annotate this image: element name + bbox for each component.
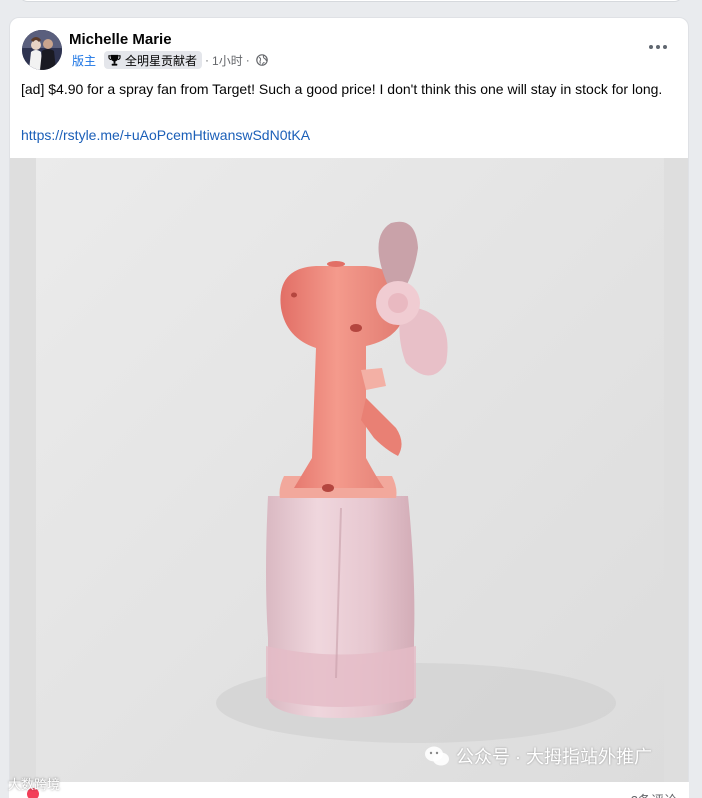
- post-image[interactable]: [10, 158, 688, 798]
- watermark-text: 公众号 · 大拇指站外推广: [456, 747, 652, 767]
- comment-count[interactable]: 2条评论: [631, 790, 677, 798]
- post-card: Michelle Marie 版主 全明星贡献者 · 1小时 · [ad] $4…: [9, 17, 689, 798]
- post-link[interactable]: https://rstyle.me/+uAoPcemHtiwanswSdN0tK…: [21, 127, 310, 143]
- globe-icon: [255, 54, 268, 66]
- post-text: [ad] $4.90 for a spray fan from Target! …: [21, 81, 663, 97]
- post-meta: 版主 全明星贡献者 · 1小时 ·: [68, 51, 268, 69]
- trophy-icon: [108, 54, 121, 66]
- contributor-badge-label: 全明星贡献者: [125, 53, 198, 68]
- post-header: Michelle Marie 版主 全明星贡献者 · 1小时 ·: [10, 18, 688, 78]
- contributor-badge[interactable]: 全明星贡献者: [104, 51, 203, 69]
- more-options-icon[interactable]: [640, 35, 676, 59]
- admin-badge: 版主: [72, 53, 97, 68]
- corner-watermark-text: 大数跨境: [8, 777, 61, 792]
- corner-watermark: 大数跨境: [8, 774, 60, 793]
- post-footer: 2条评论: [9, 782, 689, 798]
- wechat-icon: [425, 746, 449, 766]
- avatar[interactable]: [22, 30, 62, 70]
- author-name[interactable]: Michelle Marie: [69, 31, 172, 48]
- previous-card-edge: [18, 0, 684, 2]
- meta-separator-2: ·: [245, 53, 250, 67]
- product-photo: [36, 158, 664, 798]
- wechat-watermark: 公众号 · 大拇指站外推广: [424, 743, 652, 769]
- post-time[interactable]: 1小时: [212, 52, 243, 69]
- meta-separator: ·: [205, 53, 210, 67]
